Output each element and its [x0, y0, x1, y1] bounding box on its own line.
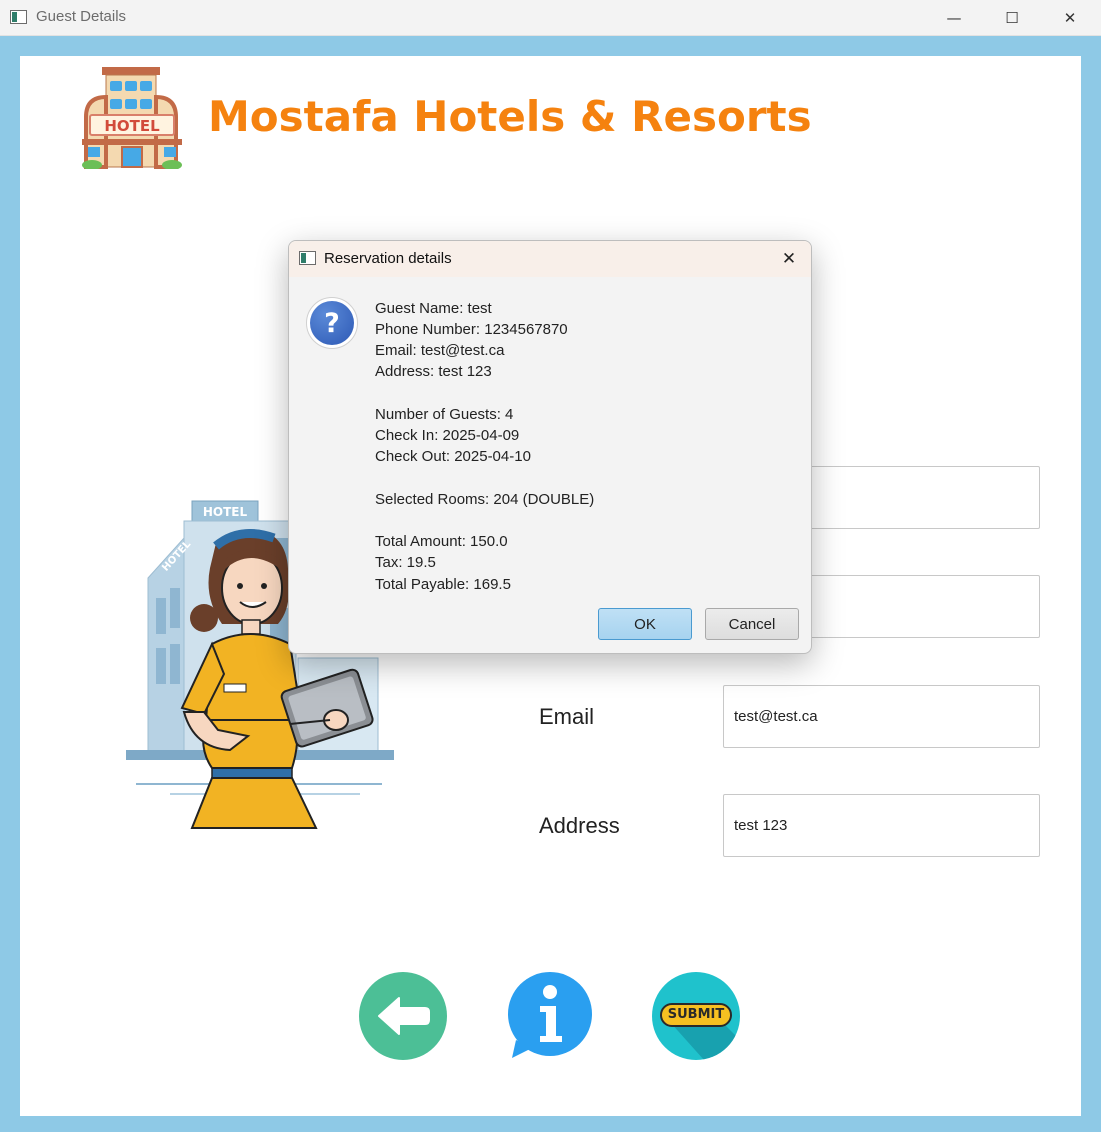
window-close-button[interactable]: ✕ [1041, 0, 1099, 36]
detail-address: Address: test 123 [375, 363, 492, 380]
address-label: Address [539, 813, 620, 838]
question-icon: ? [306, 297, 358, 349]
app-icon [10, 10, 27, 24]
window-title: Guest Details [36, 8, 127, 25]
dialog-close-button[interactable]: ✕ [775, 245, 803, 273]
detail-tax: Tax: 19.5 [375, 554, 436, 571]
reservation-dialog: Reservation details ✕ ? Guest Name: test… [288, 240, 812, 654]
arrow-left-icon [378, 997, 430, 1035]
window-titlebar: Guest Details — ☐ ✕ [0, 0, 1101, 36]
minimize-button[interactable]: — [925, 0, 983, 36]
email-input[interactable]: test@test.ca [723, 685, 1040, 748]
brand-title: Mostafa Hotels & Resorts [208, 92, 812, 141]
detail-email: Email: test@test.ca [375, 342, 505, 359]
building-sign-text: HOTEL [203, 505, 248, 519]
question-icon-glyph: ? [310, 301, 354, 345]
detail-guest-name: Guest Name: test [375, 300, 492, 317]
detail-check-in: Check In: 2025-04-09 [375, 427, 520, 444]
detail-total-amount: Total Amount: 150.0 [375, 533, 508, 550]
detail-total-payable: Total Payable: 169.5 [375, 576, 511, 593]
maximize-button[interactable]: ☐ [983, 0, 1041, 36]
dialog-title: Reservation details [324, 250, 452, 267]
logo-sign-text: HOTEL [104, 117, 160, 135]
ok-button[interactable]: OK [598, 608, 692, 640]
info-button[interactable] [506, 972, 596, 1060]
submit-label: SUBMIT [667, 1007, 725, 1022]
back-button[interactable] [359, 972, 447, 1060]
detail-selected-rooms: Selected Rooms: 204 (DOUBLE) [375, 491, 595, 508]
email-label: Email [539, 704, 595, 729]
hotel-logo-icon: HOTEL [82, 67, 182, 169]
dialog-titlebar: Reservation details ✕ [289, 241, 811, 277]
info-icon [508, 972, 592, 1058]
dialog-app-icon [299, 251, 316, 265]
detail-guest-count: Number of Guests: 4 [375, 406, 514, 423]
detail-phone-number: Phone Number: 1234567870 [375, 321, 568, 338]
submit-button[interactable]: SUBMIT [652, 972, 740, 1060]
address-input[interactable]: test 123 [723, 794, 1040, 857]
detail-check-out: Check Out: 2025-04-10 [375, 448, 531, 465]
cancel-button[interactable]: Cancel [705, 608, 799, 640]
